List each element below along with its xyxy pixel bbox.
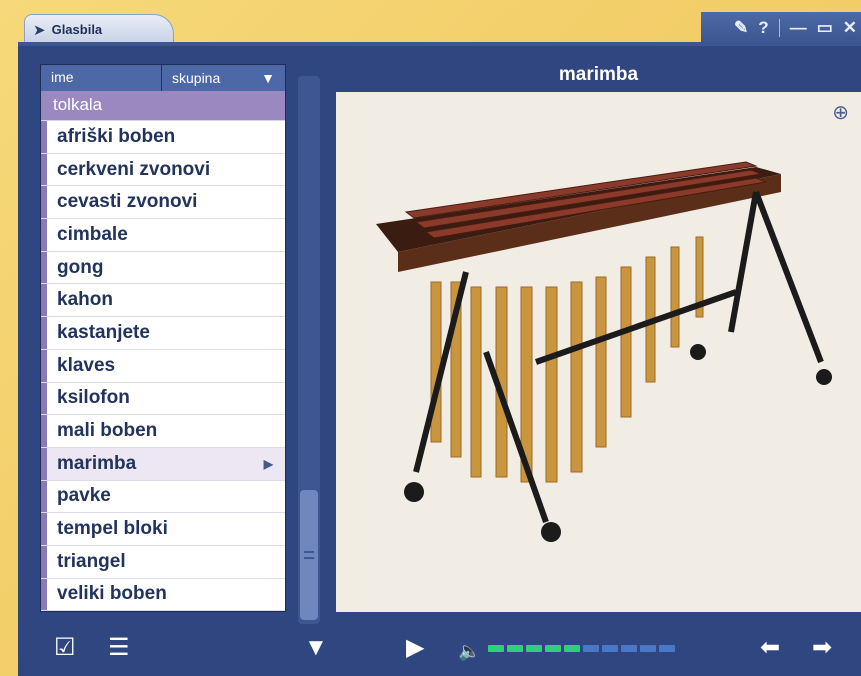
list-scrollbar[interactable] xyxy=(298,76,320,624)
list-items: afriški boben cerkveni zvonovi cevasti zvo… xyxy=(41,121,285,612)
help-icon[interactable]: ? xyxy=(758,18,768,38)
filter-icon[interactable]: ▼ xyxy=(304,636,328,660)
list-item[interactable]: ksilofon xyxy=(41,382,285,416)
pin-icon[interactable]: ✎ xyxy=(734,18,748,38)
list-item[interactable]: marimba ▶ xyxy=(41,447,285,481)
list-item[interactable]: gong xyxy=(41,251,285,285)
play-icon[interactable]: ▶ xyxy=(406,636,424,660)
speaker-icon[interactable]: 🔈 xyxy=(458,639,480,663)
volume-segment[interactable] xyxy=(640,645,656,652)
window-title: Glasbila xyxy=(51,22,103,37)
dropdown-arrow-icon: ▼ xyxy=(261,70,275,86)
list-item-label: triangel xyxy=(57,550,126,572)
list-item-label: kahon xyxy=(57,289,113,311)
marimba-illustration xyxy=(376,161,832,542)
group-header: tolkala xyxy=(41,91,285,121)
list-item-label: gong xyxy=(57,256,104,278)
checklist-icon[interactable]: ☑ xyxy=(54,636,76,660)
list-item-label: ksilofon xyxy=(57,387,130,409)
forward-arrow-icon[interactable]: ➡ xyxy=(812,636,832,660)
sort-by-name-tab[interactable]: ime xyxy=(41,65,162,91)
list-item[interactable]: veliki boben xyxy=(41,578,285,612)
list-item-label: klaves xyxy=(57,354,116,376)
list-item[interactable]: tempel bloki xyxy=(41,513,285,546)
volume-segment[interactable] xyxy=(526,645,542,652)
preview-title: marimba xyxy=(558,64,639,85)
wrench-icon: ➤ xyxy=(33,21,46,39)
title-bar: ➤ Glasbila ✎ ? — ▭ ✕ xyxy=(18,12,861,46)
volume-segment[interactable] xyxy=(602,645,618,652)
volume-segment[interactable] xyxy=(564,645,580,652)
list-item[interactable]: pavke xyxy=(41,480,285,514)
window-controls: ✎ ? — ▭ ✕ xyxy=(701,12,861,44)
instrument-image: ⊕ xyxy=(336,92,861,612)
window-body: ime skupina ▼ tolkala afriški boben cerkv… xyxy=(18,46,861,676)
close-icon[interactable]: ✕ xyxy=(843,18,857,38)
list-item[interactable]: kastanjete xyxy=(41,317,285,350)
list-item-label: cevasti zvonovi xyxy=(57,191,198,213)
volume-segment[interactable] xyxy=(507,645,523,652)
list-item[interactable]: cerkveni zvonovi xyxy=(41,153,285,187)
list-item-label: pavke xyxy=(57,485,111,507)
volume-segment[interactable] xyxy=(621,645,637,652)
chevron-right-icon: ▶ xyxy=(263,456,273,471)
maximize-icon[interactable]: ▭ xyxy=(817,18,833,38)
list-header: ime skupina ▼ xyxy=(41,65,285,91)
group-dropdown-label: skupina xyxy=(172,70,221,86)
list-item[interactable]: cimbale xyxy=(41,219,285,252)
back-arrow-icon[interactable]: ⬅ xyxy=(760,636,780,660)
list-item-label: mali boben xyxy=(57,420,158,442)
list-item[interactable]: kahon xyxy=(41,284,285,318)
instrument-list: ime skupina ▼ tolkala afriški boben cerkv… xyxy=(40,64,286,612)
list-item-label: kastanjete xyxy=(57,321,150,343)
list-item-label: veliki boben xyxy=(57,583,167,605)
list-item[interactable]: afriški boben xyxy=(41,121,285,154)
list-item-label: afriški boben xyxy=(57,125,176,147)
app-window: ➤ Glasbila ✎ ? — ▭ ✕ ime skupina ▼ tolka… xyxy=(18,12,861,676)
scrollbar-thumb[interactable] xyxy=(300,490,318,620)
group-dropdown[interactable]: skupina ▼ xyxy=(162,65,285,91)
list-item[interactable]: triangel xyxy=(41,545,285,579)
list-item[interactable]: cevasti zvonovi xyxy=(41,186,285,220)
volume-segment[interactable] xyxy=(659,645,675,652)
list-edit-icon[interactable]: ☰ xyxy=(108,636,130,660)
volume-segment[interactable] xyxy=(583,645,599,652)
list-item-label: tempel bloki xyxy=(57,518,168,540)
list-item-label: cerkveni zvonovi xyxy=(57,158,211,180)
controls-separator xyxy=(778,19,780,37)
list-item-label: marimba xyxy=(57,452,137,474)
bottom-toolbar: ☑ ☰ ▼ ▶ 🔈 ⬅ ➡ xyxy=(18,630,861,676)
minimize-icon[interactable]: — xyxy=(790,18,807,38)
volume-slider[interactable] xyxy=(488,645,675,652)
volume-segment[interactable] xyxy=(545,645,561,652)
zoom-in-icon[interactable]: ⊕ xyxy=(832,100,849,125)
list-item[interactable]: mali boben xyxy=(41,415,285,448)
list-item[interactable]: klaves xyxy=(41,349,285,383)
volume-segment[interactable] xyxy=(488,645,504,652)
list-item-label: cimbale xyxy=(57,223,128,245)
window-title-tab[interactable]: ➤ Glasbila xyxy=(24,14,174,44)
